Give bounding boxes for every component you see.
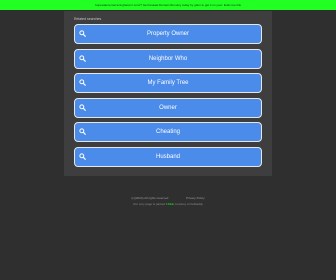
magnifier-icon	[79, 79, 86, 86]
magnifier-icon	[79, 30, 86, 37]
search-button-husband[interactable]: Husband	[74, 146, 262, 167]
footer-privacy-link[interactable]: Privacy Policy	[186, 196, 205, 200]
magnifier-icon	[79, 152, 86, 160]
domain-promo-text: hopesalerie.tierravinghacorn.com/? Get f…	[95, 3, 241, 7]
related-searches-list: Property Owner Neighbor Who My Family Tr…	[74, 24, 262, 171]
search-button-label: Owner	[159, 104, 177, 111]
search-button-label: Husband	[155, 153, 181, 160]
magnifier-icon	[79, 103, 86, 111]
search-button-label: My Family Tree	[147, 80, 189, 86]
footer-copyright: (c)(2024) All rights reserved	[131, 196, 169, 200]
search-button-label: Property Owner	[146, 31, 189, 37]
search-button-cheating[interactable]: Cheating	[74, 122, 262, 142]
domain-promo-bar[interactable]: hopesalerie.tierravinghacorn.com/? Get f…	[0, 0, 336, 10]
search-button-property-owner[interactable]: Property Owner	[74, 24, 262, 44]
search-button-owner[interactable]: Owner	[74, 97, 262, 118]
footer-note-suffix: courtesy of GoDaddy	[173, 202, 203, 206]
related-searches-title: Related searches	[74, 17, 102, 21]
magnifier-icon	[79, 54, 86, 62]
search-button-my-family-tree[interactable]: My Family Tree	[74, 73, 262, 93]
magnifier-icon	[79, 128, 86, 135]
search-button-label: Cheating	[155, 129, 181, 135]
footer-free-link[interactable]: FREE	[166, 202, 174, 206]
footer-parking-note: Our very page is parked FREE courtesy of…	[0, 202, 336, 206]
footer-note-prefix: Our very page is parked	[133, 202, 166, 206]
footer-legal: (c)(2024) All rights reserved Privacy Po…	[0, 196, 336, 200]
search-button-label: Neighbor Who	[148, 55, 188, 62]
related-searches-panel: Related searches Property Owner Neighbor…	[64, 11, 272, 176]
search-button-neighbor-who[interactable]: Neighbor Who	[74, 48, 262, 69]
